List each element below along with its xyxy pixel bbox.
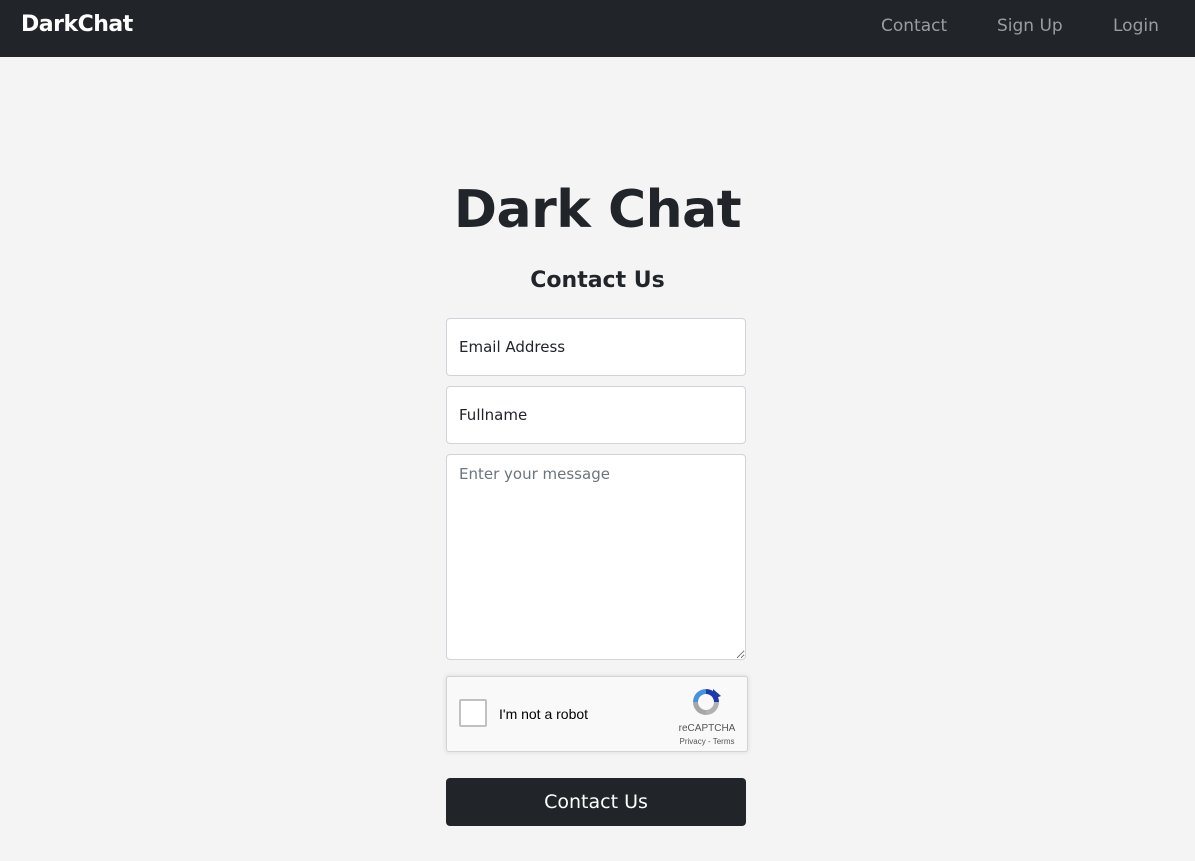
fullname-field[interactable] <box>446 386 746 444</box>
page-subtitle: Contact Us <box>530 268 665 293</box>
recaptcha-terms-link[interactable]: Terms <box>713 737 735 746</box>
recaptcha-links: Privacy - Terms <box>667 737 747 746</box>
email-field[interactable] <box>446 318 746 376</box>
nav-link-login[interactable]: Login <box>1113 16 1159 36</box>
recaptcha-widget: I'm not a robot reCAPTCHA Privacy - Term… <box>446 676 748 752</box>
recaptcha-logo-icon <box>693 689 721 715</box>
recaptcha-brand: reCAPTCHA <box>678 723 736 734</box>
recaptcha-link-separator: - <box>705 737 713 746</box>
brand-logo[interactable]: DarkChat <box>21 12 133 37</box>
recaptcha-label: I'm not a robot <box>499 706 589 722</box>
recaptcha-privacy-link[interactable]: Privacy <box>680 737 706 746</box>
recaptcha-checkbox[interactable] <box>459 699 487 727</box>
message-field[interactable] <box>446 454 746 660</box>
contact-us-button[interactable]: Contact Us <box>446 778 746 826</box>
page-title: Dark Chat <box>453 180 742 240</box>
navbar: DarkChat Contact Sign Up Login <box>0 0 1195 57</box>
nav-link-sign-up[interactable]: Sign Up <box>997 16 1063 36</box>
nav-link-contact[interactable]: Contact <box>881 16 947 36</box>
